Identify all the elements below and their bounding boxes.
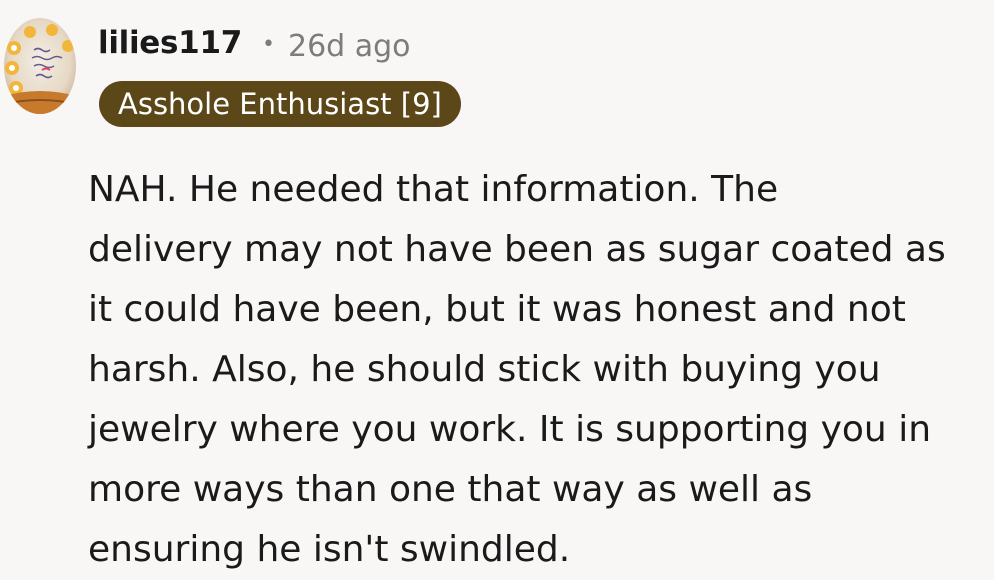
- comment-body-line: jewelry where you work. It is supporting…: [88, 409, 932, 450]
- comment-body: NAH. He needed that information. The del…: [88, 160, 968, 580]
- meta-separator: •: [262, 32, 275, 57]
- username-link[interactable]: lilies117: [98, 28, 242, 59]
- comment-body-line: it could have been, but it was honest an…: [88, 289, 906, 330]
- comment: lilies117 • 26d ago Asshole Enthusiast […: [0, 0, 994, 580]
- user-flair-badge: Asshole Enthusiast [9]: [99, 81, 461, 127]
- comment-body-line: more ways than one that way as well as: [88, 469, 813, 510]
- user-avatar-icon[interactable]: [4, 18, 76, 114]
- comment-timestamp[interactable]: 26d ago: [288, 32, 411, 62]
- comment-body-line: delivery may not have been as sugar coat…: [88, 229, 946, 270]
- comment-body-line: ensuring he isn't swindled.: [88, 529, 571, 570]
- comment-body-line: NAH. He needed that information. The: [88, 169, 779, 210]
- comment-body-line: harsh. Also, he should stick with buying…: [88, 349, 881, 390]
